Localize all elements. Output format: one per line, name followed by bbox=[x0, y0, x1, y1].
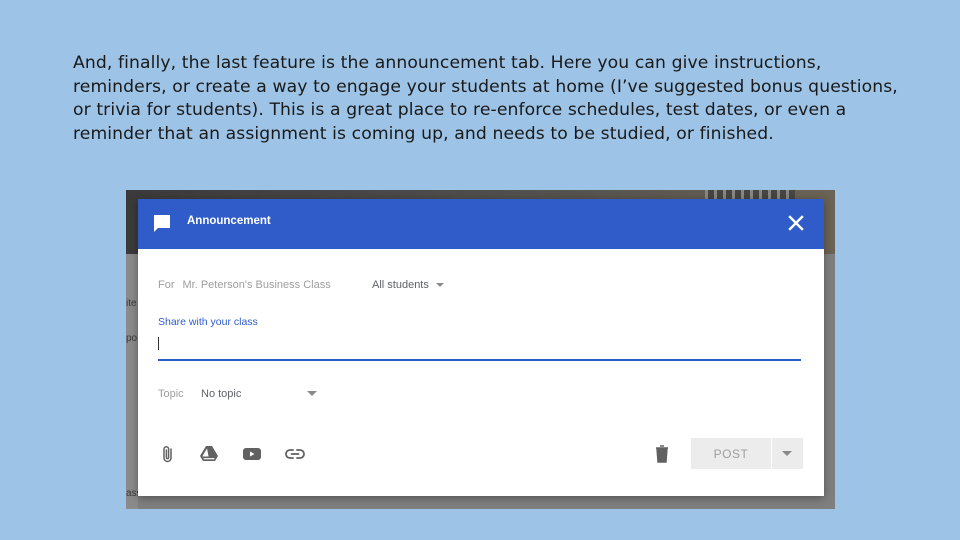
post-options-button[interactable] bbox=[772, 438, 803, 469]
slide-description: And, finally, the last feature is the an… bbox=[73, 53, 898, 144]
post-button-group: POST bbox=[691, 438, 803, 469]
classroom-screenshot: ite po ass Announcement For Mr. Peterson'… bbox=[126, 190, 835, 509]
topic-dropdown[interactable]: No topic bbox=[201, 388, 317, 400]
caret-down-icon bbox=[307, 391, 317, 396]
topic-label: Topic bbox=[158, 388, 184, 400]
chat-bubble-icon bbox=[154, 215, 170, 232]
trash-icon[interactable] bbox=[654, 444, 670, 464]
background-fragment: po bbox=[126, 333, 138, 344]
paperclip-icon[interactable] bbox=[158, 444, 178, 464]
text-cursor bbox=[158, 337, 159, 350]
for-label: For bbox=[158, 279, 175, 291]
google-drive-icon[interactable] bbox=[199, 444, 219, 464]
topic-value: No topic bbox=[201, 388, 242, 400]
link-icon[interactable] bbox=[285, 444, 305, 464]
announcement-dialog: Announcement For Mr. Peterson's Business … bbox=[138, 199, 824, 496]
youtube-icon[interactable] bbox=[242, 444, 262, 464]
audience-dropdown[interactable]: All students bbox=[372, 279, 444, 291]
for-row: For Mr. Peterson's Business Class bbox=[158, 279, 331, 291]
class-name: Mr. Peterson's Business Class bbox=[182, 279, 331, 291]
dialog-title: Announcement bbox=[187, 215, 271, 227]
close-icon[interactable] bbox=[788, 215, 804, 231]
announcement-text-input[interactable] bbox=[158, 333, 801, 361]
post-button[interactable]: POST bbox=[691, 438, 771, 469]
audience-value: All students bbox=[372, 279, 429, 291]
background-sidebar bbox=[126, 254, 138, 509]
background-fragment: ite bbox=[126, 298, 137, 309]
share-label: Share with your class bbox=[158, 316, 258, 328]
caret-down-icon bbox=[782, 451, 792, 456]
caret-down-icon bbox=[435, 283, 444, 288]
dialog-header: Announcement bbox=[138, 199, 824, 249]
